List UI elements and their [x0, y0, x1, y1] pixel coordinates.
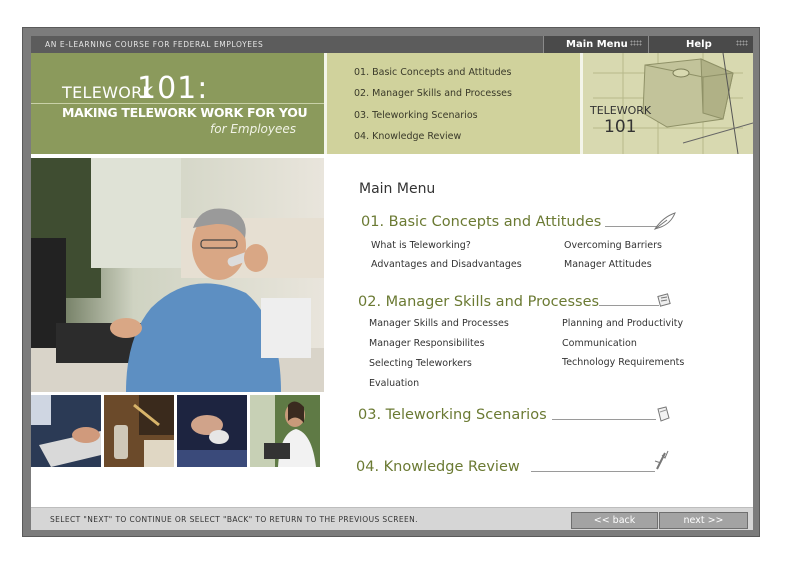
- navigation-instruction: SELECT "NEXT" TO CONTINUE OR SELECT "BAC…: [50, 515, 418, 524]
- logo-audience: for Employees: [210, 122, 296, 136]
- thumbnail-keyboard-photo: [31, 395, 101, 467]
- app-window: AN E-LEARNING COURSE FOR FEDERAL EMPLOYE…: [22, 27, 760, 537]
- section-underline: [599, 305, 659, 306]
- hero-photo-man-on-phone: [31, 158, 324, 392]
- module-nav-item-02[interactable]: 02. Manager Skills and Processes: [354, 88, 512, 99]
- link-evaluation[interactable]: Evaluation: [369, 378, 419, 389]
- course-badge-panel: TELEWORK 101: [583, 53, 753, 154]
- next-button[interactable]: next >>: [659, 512, 748, 529]
- link-selecting-teleworkers[interactable]: Selecting Teleworkers: [369, 358, 472, 369]
- back-button[interactable]: << back: [571, 512, 658, 529]
- main-menu-label: Main Menu: [566, 39, 628, 50]
- grip-dots-icon: [630, 40, 642, 46]
- thumbnail-woman-laptop-photo: [250, 395, 320, 467]
- module-nav: 01. Basic Concepts and Attitudes 02. Man…: [327, 53, 580, 154]
- section-underline: [552, 419, 656, 420]
- section-title-knowledge-review[interactable]: 04. Knowledge Review: [356, 459, 520, 475]
- link-manager-responsibilities[interactable]: Manager Responsibilites: [369, 338, 485, 349]
- link-manager-skills-processes[interactable]: Manager Skills and Processes: [369, 318, 509, 329]
- course-screen: AN E-LEARNING COURSE FOR FEDERAL EMPLOYE…: [31, 36, 753, 530]
- page-title: Main Menu: [359, 181, 436, 197]
- link-technology-requirements[interactable]: Technology Requirements: [562, 357, 684, 368]
- help-button[interactable]: Help: [648, 36, 753, 53]
- badge-word: TELEWORK: [590, 104, 652, 117]
- section-underline: [531, 471, 655, 472]
- logo-subtitle: MAKING TELEWORK WORK FOR YOU: [62, 105, 308, 120]
- grip-dots-icon: [736, 40, 748, 46]
- thumbnail-mouse-photo: [177, 395, 247, 467]
- module-nav-item-01[interactable]: 01. Basic Concepts and Attitudes: [354, 67, 511, 78]
- notepad-icon: [657, 293, 671, 307]
- thumbnail-phone-desk-photo: [104, 395, 174, 467]
- help-label: Help: [686, 39, 712, 50]
- feather-quill-icon: [653, 212, 676, 230]
- module-nav-item-03[interactable]: 03. Teleworking Scenarios: [354, 110, 478, 121]
- link-advantages-disadvantages[interactable]: Advantages and Disadvantages: [371, 259, 522, 270]
- link-what-is-teleworking[interactable]: What is Teleworking?: [371, 240, 471, 251]
- section-title-basic-concepts[interactable]: 01. Basic Concepts and Attitudes: [361, 214, 601, 230]
- main-menu-button[interactable]: Main Menu: [543, 36, 648, 53]
- top-bar: AN E-LEARNING COURSE FOR FEDERAL EMPLOYE…: [31, 36, 753, 53]
- section-underline: [605, 226, 657, 227]
- section-title-teleworking-scenarios[interactable]: 03. Teleworking Scenarios: [358, 407, 547, 423]
- module-nav-item-04[interactable]: 04. Knowledge Review: [354, 131, 461, 142]
- link-manager-attitudes[interactable]: Manager Attitudes: [564, 259, 652, 270]
- logo-number: 101:: [137, 71, 209, 106]
- section-title-manager-skills[interactable]: 02. Manager Skills and Processes: [358, 294, 599, 310]
- link-planning-productivity[interactable]: Planning and Productivity: [562, 318, 683, 329]
- thumbnail-strip: [31, 395, 324, 467]
- pencil-check-icon: [654, 450, 669, 470]
- link-communication[interactable]: Communication: [562, 338, 637, 349]
- badge-number: 101: [604, 117, 637, 137]
- link-overcoming-barriers[interactable]: Overcoming Barriers: [564, 240, 662, 251]
- course-tagline: AN E-LEARNING COURSE FOR FEDERAL EMPLOYE…: [45, 40, 264, 49]
- hero-photo-graphic: [31, 158, 324, 392]
- document-icon: [657, 406, 670, 422]
- footer-bar: SELECT "NEXT" TO CONTINUE OR SELECT "BAC…: [31, 507, 753, 530]
- course-logo-panel: TELEWORK 101: MAKING TELEWORK WORK FOR Y…: [31, 53, 324, 154]
